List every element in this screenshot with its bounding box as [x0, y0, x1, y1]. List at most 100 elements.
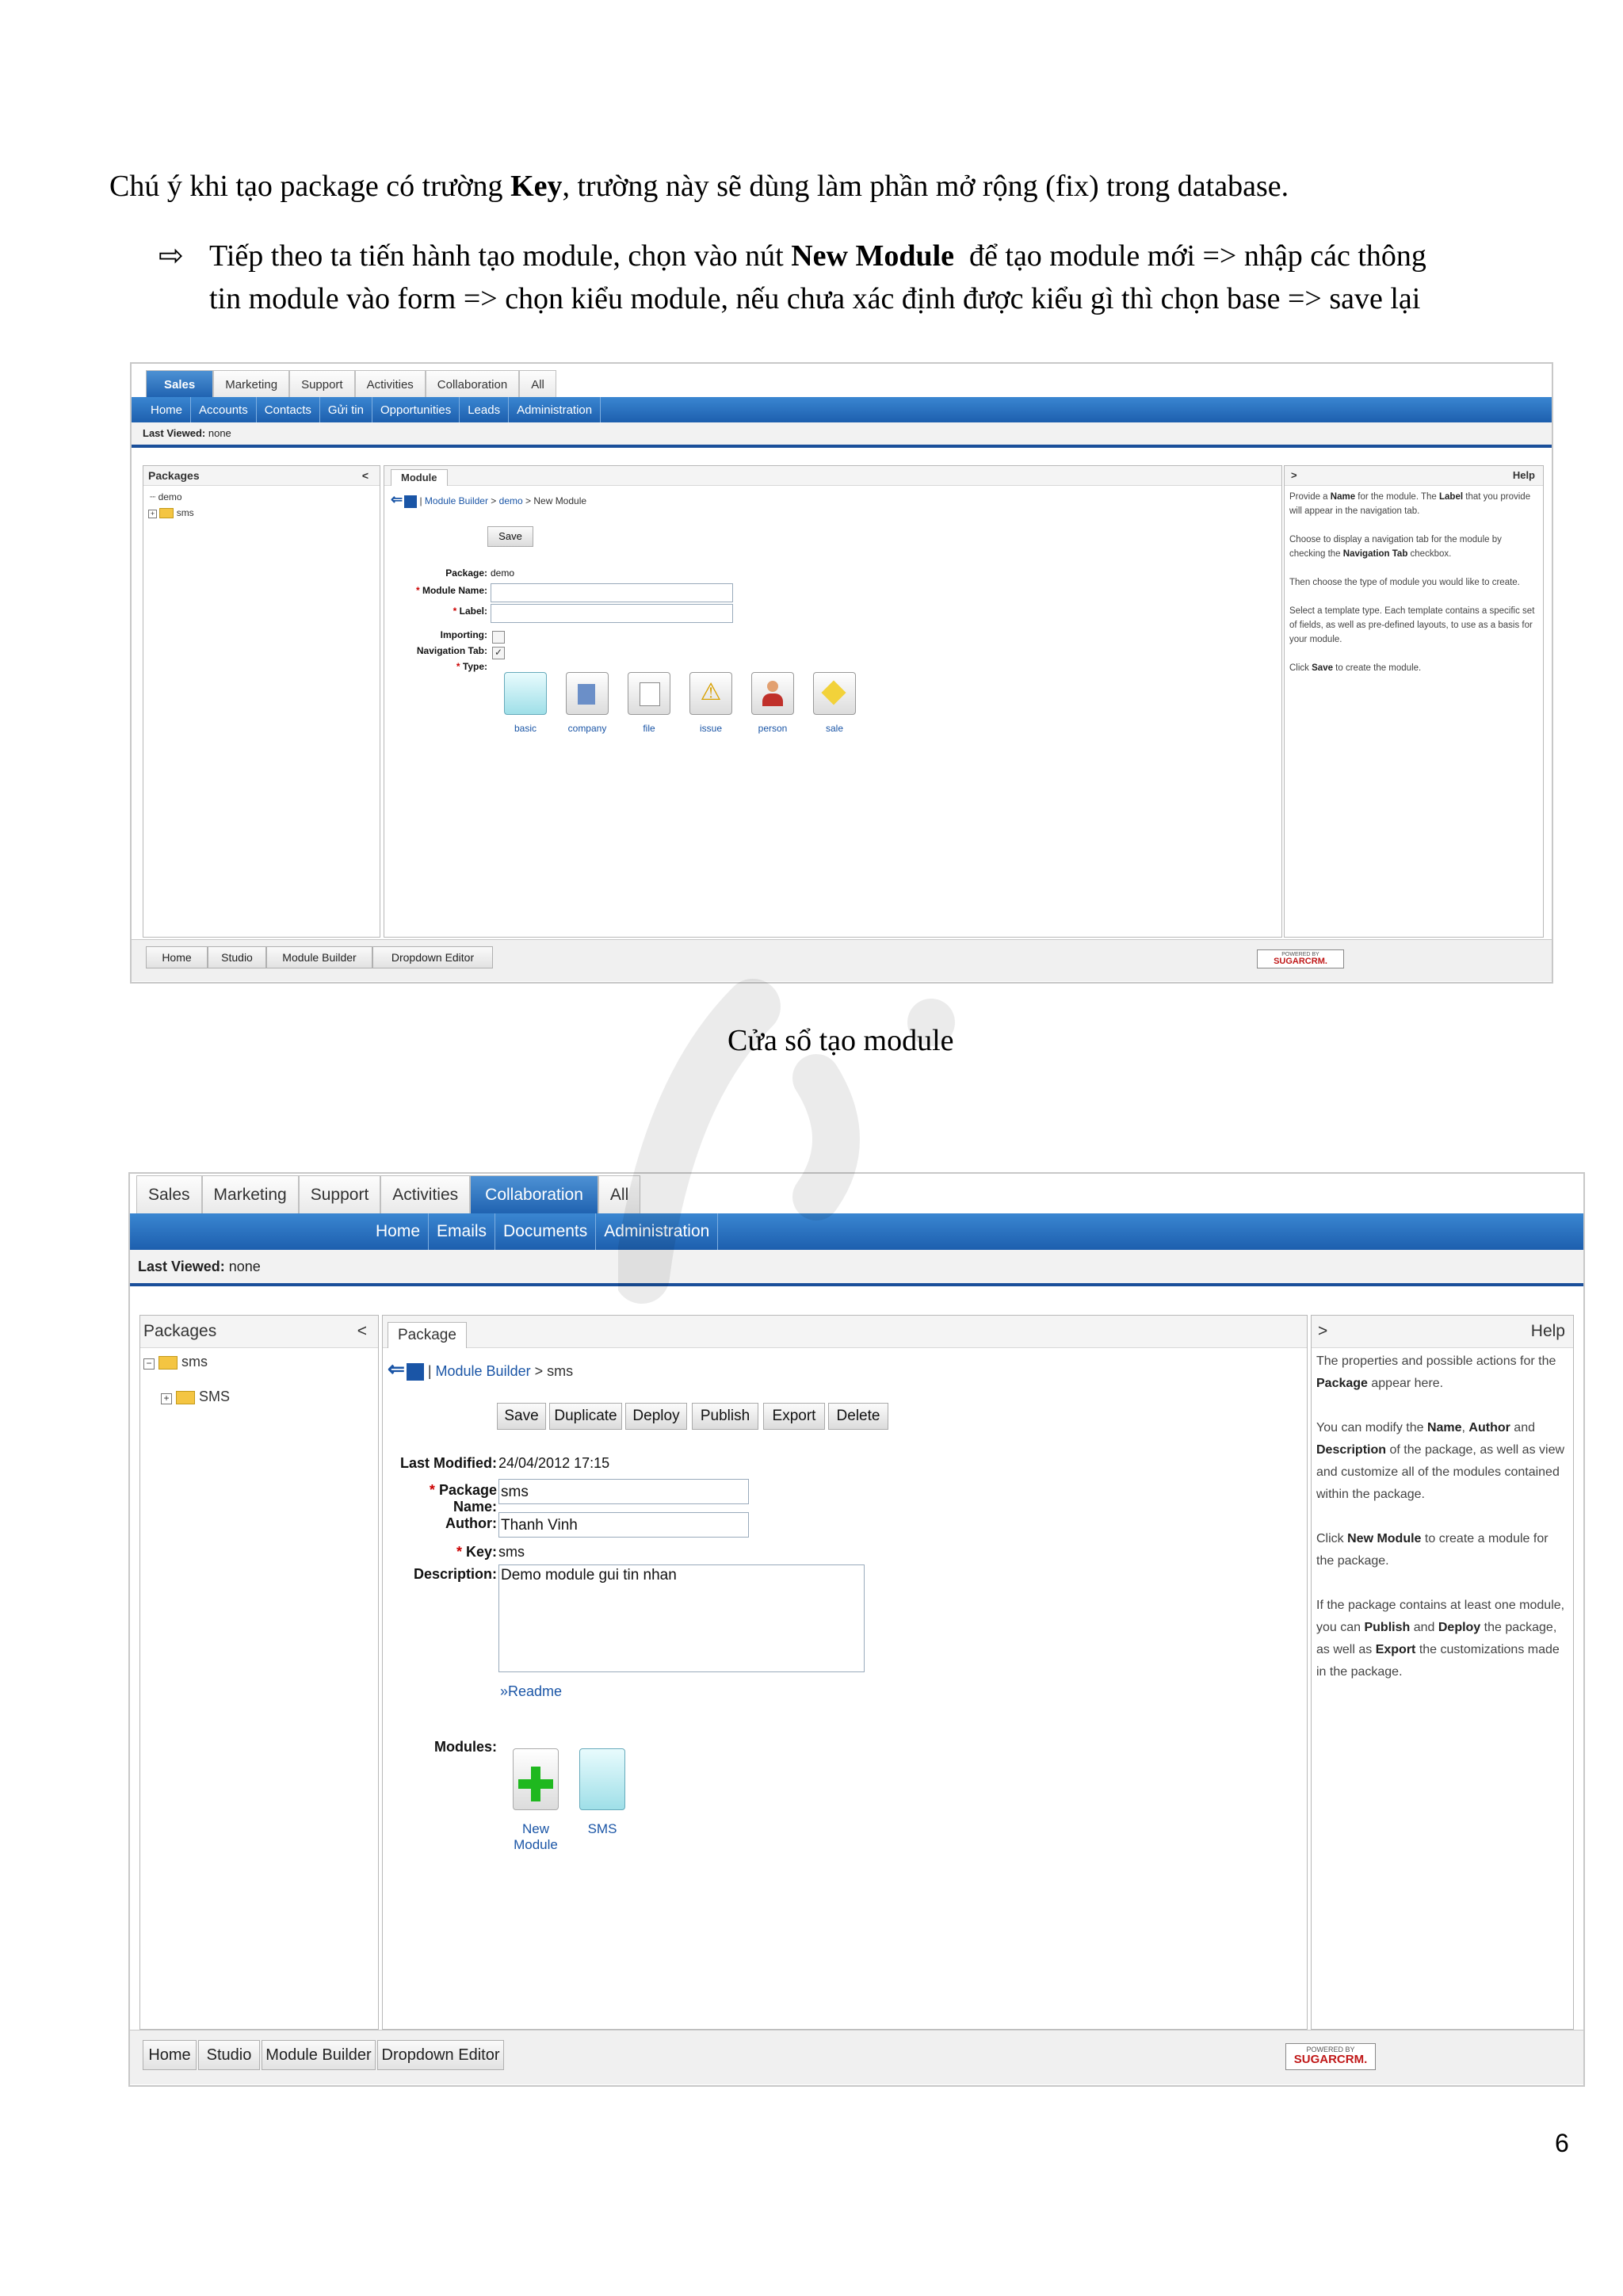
tab-sales[interactable]: Sales	[136, 1175, 202, 1214]
tree-item-sms[interactable]: − sms	[143, 1354, 208, 1370]
type-person[interactable]: person	[747, 672, 798, 734]
footer-home-button[interactable]: Home	[143, 2040, 197, 2070]
footer-home-button[interactable]: Home	[146, 946, 208, 968]
footer-studio-button[interactable]: Studio	[198, 2040, 260, 2070]
collapse-panel-button[interactable]: <	[357, 1316, 367, 1347]
importing-checkbox[interactable]	[492, 631, 505, 644]
last-viewed-value: none	[228, 1259, 261, 1274]
module-sms[interactable]: SMS	[573, 1748, 632, 1837]
subnav-home[interactable]: Home	[368, 1213, 430, 1250]
back-arrow-icon[interactable]: ⇐	[388, 1357, 405, 1381]
new-module-button[interactable]: New Module	[503, 1748, 568, 1853]
footer-module-builder-button[interactable]: Module Builder	[262, 2040, 376, 2070]
readme-link[interactable]: »Readme	[500, 1683, 562, 1700]
save-button[interactable]: Save	[497, 1403, 546, 1430]
packages-title: Packages	[143, 1322, 217, 1340]
type-basic[interactable]: basic	[500, 672, 551, 734]
deploy-button[interactable]: Deploy	[625, 1403, 687, 1430]
tag-icon	[813, 672, 856, 715]
footer-dropdown-editor-button[interactable]: Dropdown Editor	[377, 2040, 504, 2070]
subnav-opportunities[interactable]: Opportunities	[372, 397, 460, 422]
help-title: Help	[1512, 469, 1535, 481]
label-input[interactable]	[491, 604, 733, 623]
home-icon[interactable]	[406, 1363, 424, 1381]
package-label: Package:	[445, 567, 487, 579]
subnav-gui-tin[interactable]: Gửi tin	[320, 397, 372, 422]
tab-sales[interactable]: Sales	[146, 370, 214, 398]
footer-bar: Home Studio Module Builder Dropdown Edit…	[132, 939, 1552, 981]
subnav-accounts[interactable]: Accounts	[191, 397, 257, 422]
navigation-tab-checkbox[interactable]: ✓	[492, 647, 505, 659]
tab-package[interactable]: Package	[388, 1322, 467, 1348]
footer-studio-button[interactable]: Studio	[208, 946, 266, 968]
subnav-contacts[interactable]: Contacts	[257, 397, 320, 422]
page-number: 6	[1555, 2129, 1569, 2157]
sugarcrm-logo: POWERED BY SUGARCRM.	[1257, 949, 1344, 968]
type-issue[interactable]: ⚠ issue	[685, 672, 736, 734]
package-name-label: * Package Name:	[429, 1482, 497, 1515]
collapse-icon[interactable]: −	[143, 1358, 155, 1370]
tab-marketing[interactable]: Marketing	[213, 370, 290, 398]
duplicate-button[interactable]: Duplicate	[549, 1403, 622, 1430]
tab-all[interactable]: All	[598, 1175, 641, 1214]
packages-title: Packages	[148, 469, 200, 482]
screenshot-new-module: Sales Marketing Support Activities Colla…	[130, 362, 1553, 984]
type-label: * Type:	[456, 661, 487, 672]
module-form-panel: Module ⇐ | Module Builder > demo > New M…	[384, 465, 1282, 938]
collapse-panel-button[interactable]: <	[362, 466, 369, 485]
delete-button[interactable]: Delete	[828, 1403, 888, 1430]
tab-collaboration[interactable]: Collaboration	[425, 370, 520, 398]
save-button[interactable]: Save	[487, 526, 533, 547]
expand-panel-button[interactable]: >	[1318, 1316, 1327, 1347]
author-input[interactable]: Thanh Vinh	[498, 1512, 749, 1538]
breadcrumb-demo[interactable]: demo	[499, 495, 523, 506]
tab-support[interactable]: Support	[298, 1175, 381, 1214]
expand-icon[interactable]: +	[148, 510, 157, 518]
footer-dropdown-editor-button[interactable]: Dropdown Editor	[372, 946, 493, 968]
package-value: demo	[491, 567, 515, 579]
intro-text-post: , trường này sẽ dùng làm phần mở rộng (f…	[562, 170, 1289, 203]
tab-activities[interactable]: Activities	[354, 370, 426, 398]
tab-marketing[interactable]: Marketing	[201, 1175, 299, 1214]
help-panel: > Help Provide a Name for the module. Th…	[1284, 465, 1544, 938]
tab-support[interactable]: Support	[289, 370, 355, 398]
folder-icon	[176, 1390, 196, 1404]
help-title: Help	[1530, 1322, 1565, 1340]
help-panel: > Help The properties and possible actio…	[1311, 1315, 1574, 2030]
tab-activities[interactable]: Activities	[380, 1175, 471, 1214]
breadcrumb-module-builder[interactable]: Module Builder	[425, 495, 488, 506]
subnav-leads[interactable]: Leads	[460, 397, 510, 422]
module-name-input[interactable]	[491, 583, 733, 602]
type-company[interactable]: company	[562, 672, 613, 734]
home-icon[interactable]	[404, 495, 418, 508]
subnav-administration[interactable]: Administration	[596, 1213, 719, 1250]
package-name-input[interactable]: sms	[498, 1479, 749, 1504]
file-icon	[628, 672, 670, 715]
type-file[interactable]: file	[624, 672, 674, 734]
subnav-emails[interactable]: Emails	[429, 1213, 496, 1250]
subnav-administration[interactable]: Administration	[509, 397, 601, 422]
tree-item-sms[interactable]: + sms	[148, 507, 194, 519]
tree-item-demo[interactable]: ┈ demo	[150, 491, 182, 502]
publish-button[interactable]: Publish	[692, 1403, 758, 1430]
type-sale[interactable]: sale	[809, 672, 860, 734]
expand-icon[interactable]: +	[161, 1393, 172, 1404]
last-viewed-value: none	[208, 427, 231, 439]
export-button[interactable]: Export	[763, 1403, 825, 1430]
expand-panel-button[interactable]: >	[1291, 466, 1297, 485]
back-arrow-icon[interactable]: ⇐	[391, 491, 403, 507]
footer-bar: Home Studio Module Builder Dropdown Edit…	[130, 2030, 1583, 2084]
navigation-tab-label: Navigation Tab:	[416, 645, 487, 656]
subnav-home[interactable]: Home	[143, 397, 192, 422]
tab-module[interactable]: Module	[391, 469, 448, 486]
building-icon	[566, 672, 609, 715]
folder-open-icon	[158, 1355, 178, 1370]
tab-collaboration[interactable]: Collaboration	[470, 1175, 598, 1214]
subnav-documents[interactable]: Documents	[495, 1213, 597, 1250]
description-textarea[interactable]: Demo module gui tin nhan	[498, 1564, 865, 1672]
footer-module-builder-button[interactable]: Module Builder	[266, 946, 372, 968]
breadcrumb-module-builder[interactable]: Module Builder	[436, 1363, 531, 1379]
sub-navigation: Home Emails Documents Administration	[130, 1213, 1583, 1250]
tree-item-sms-module[interactable]: + SMS	[161, 1389, 230, 1405]
tab-all[interactable]: All	[519, 370, 556, 398]
